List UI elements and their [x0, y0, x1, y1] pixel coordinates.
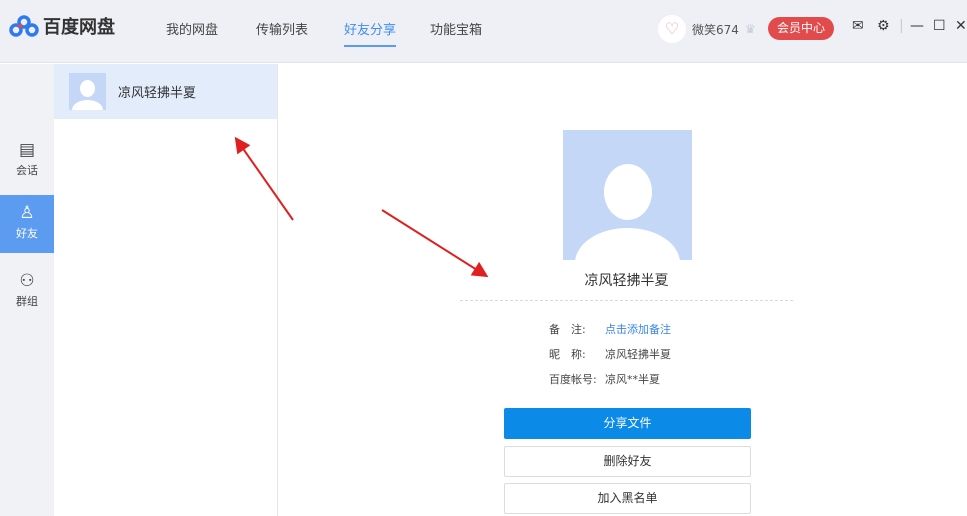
friend-list-item[interactable]: 凉风轻拂半夏	[54, 64, 277, 119]
share-file-button[interactable]: 分享文件	[504, 408, 751, 439]
title-bar: 百度网盘 我的网盘 传输列表 好友分享 功能宝箱 ♡ 微笑674 ♛ 会员中心 …	[0, 0, 967, 63]
friend-list: 凉风轻拂半夏	[54, 64, 278, 516]
group-icon: ⚇	[19, 271, 35, 291]
field-label: 备 注:	[549, 323, 586, 336]
rail-item-chat[interactable]: ▤ 会话	[0, 132, 54, 190]
friend-name: 凉风轻拂半夏	[118, 86, 197, 101]
rail-label: 好友	[16, 227, 38, 240]
divider: |	[899, 18, 904, 34]
left-rail: ▤ 会话 ♙ 好友 ⚇ 群组	[0, 64, 54, 516]
app-title: 百度网盘	[43, 17, 115, 38]
arrow-annotation	[381, 209, 489, 278]
field-value: 凉风**半夏	[605, 373, 660, 386]
delete-friend-button[interactable]: 删除好友	[504, 446, 751, 477]
account-row: 百度帐号: 凉风**半夏	[549, 371, 660, 387]
username: 微笑674	[692, 22, 739, 37]
rail-item-friends[interactable]: ♙ 好友	[0, 195, 54, 253]
crown-icon: ♛	[744, 22, 756, 36]
user-menu[interactable]: ♡ 微笑674 ♛	[658, 15, 756, 43]
nav-toolbox[interactable]: 功能宝箱	[430, 19, 482, 38]
profile-name: 凉风轻拂半夏	[584, 273, 669, 289]
profile-avatar	[563, 130, 692, 260]
friend-avatar	[69, 73, 106, 110]
remark-row: 备 注: 点击添加备注	[549, 321, 671, 337]
nav-my-disk[interactable]: 我的网盘	[166, 19, 218, 38]
nav-friend-share[interactable]: 好友分享	[344, 19, 397, 47]
nav-transfers[interactable]: 传输列表	[256, 19, 308, 38]
rail-label: 会话	[16, 164, 38, 177]
minimize-icon[interactable]: —	[910, 18, 924, 34]
settings-icon[interactable]: ⚙	[877, 18, 890, 34]
rail-label: 群组	[16, 295, 38, 308]
rail-item-groups[interactable]: ⚇ 群组	[0, 263, 54, 321]
mail-icon[interactable]: ✉	[852, 18, 864, 34]
user-avatar: ♡	[658, 15, 686, 43]
maximize-icon[interactable]: ☐	[933, 18, 946, 34]
blacklist-button[interactable]: 加入黑名单	[504, 483, 751, 514]
field-value: 凉风轻拂半夏	[605, 348, 671, 361]
add-remark-link[interactable]: 点击添加备注	[605, 321, 671, 337]
vip-center-button[interactable]: 会员中心	[768, 17, 834, 40]
chat-icon: ▤	[18, 140, 36, 160]
user-icon: ♙	[19, 203, 35, 223]
divider	[460, 300, 793, 301]
nickname-row: 昵 称: 凉风轻拂半夏	[549, 346, 671, 362]
field-label: 昵 称:	[549, 348, 586, 361]
cloud-logo-icon	[9, 15, 39, 37]
close-icon[interactable]: ✕	[955, 18, 967, 34]
field-label: 百度帐号:	[549, 373, 597, 386]
app-logo: 百度网盘	[9, 13, 115, 39]
